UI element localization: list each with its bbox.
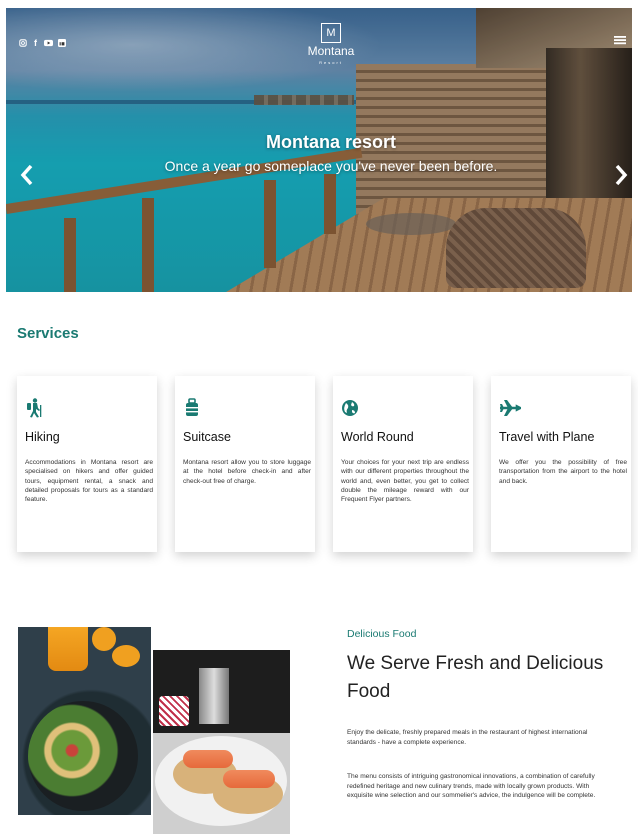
- hero-subtitle: Once a year go someplace you've never be…: [164, 158, 498, 174]
- service-title: World Round: [341, 430, 414, 444]
- service-description: Accommodations in Montana resort are spe…: [25, 459, 153, 504]
- facebook-icon[interactable]: f: [31, 38, 40, 48]
- service-card-world-round[interactable]: World Round Your choices for your next t…: [333, 376, 473, 552]
- service-title: Suitcase: [183, 430, 231, 444]
- hero-title: Montana resort: [265, 132, 397, 152]
- hamburger-menu-icon[interactable]: [614, 34, 628, 48]
- orange-slice: [92, 627, 116, 651]
- food-paragraph: Enjoy the delicate, freshly prepared mea…: [347, 729, 588, 746]
- instagram-icon[interactable]: [18, 38, 27, 47]
- food-kicker: Delicious Food: [347, 628, 417, 640]
- food-image-salmon: [153, 650, 290, 834]
- food-paragraph: The menu consists of intriguing gastrono…: [347, 773, 596, 800]
- orange-slice: [112, 645, 140, 667]
- food-heading: We Serve Fresh and Delicious Food: [347, 653, 604, 702]
- logo-subtitle: Resort: [319, 60, 343, 65]
- services-heading: Services: [17, 325, 79, 342]
- service-description: We offer you the possibility of free tra…: [499, 459, 627, 485]
- airplane-icon: [499, 398, 523, 418]
- linkedin-icon[interactable]: [57, 38, 66, 47]
- moka-pot: [199, 668, 229, 724]
- logo-mark[interactable]: M: [321, 23, 341, 43]
- social-links: f: [18, 38, 66, 48]
- salmon-slice: [183, 750, 233, 768]
- hero-slider: f M Montana Resort Montana resort Once a…: [6, 8, 632, 292]
- suitcase-icon: [183, 398, 201, 418]
- salmon-slice: [223, 770, 275, 788]
- chevron-right-icon[interactable]: [614, 164, 628, 191]
- service-description: Montana resort allow you to store luggag…: [183, 459, 311, 485]
- youtube-icon[interactable]: [44, 38, 53, 47]
- service-card-hiking[interactable]: Hiking Accommodations in Montana resort …: [17, 376, 157, 552]
- hiking-icon: [25, 398, 43, 418]
- coffee-cup: [159, 696, 189, 726]
- service-title: Hiking: [25, 430, 60, 444]
- orange-juice-glass: [48, 627, 88, 671]
- salad-plate: [28, 701, 138, 811]
- service-card-suitcase[interactable]: Suitcase Montana resort allow you to sto…: [175, 376, 315, 552]
- service-title: Travel with Plane: [499, 430, 595, 444]
- globe-icon: [341, 398, 359, 418]
- logo-name[interactable]: Montana: [286, 44, 376, 58]
- food-image-salad: [18, 627, 151, 815]
- service-description: Your choices for your next trip are endl…: [341, 459, 469, 504]
- chevron-left-icon[interactable]: [20, 164, 34, 191]
- service-card-travel-with-plane[interactable]: Travel with Plane We offer you the possi…: [491, 376, 631, 552]
